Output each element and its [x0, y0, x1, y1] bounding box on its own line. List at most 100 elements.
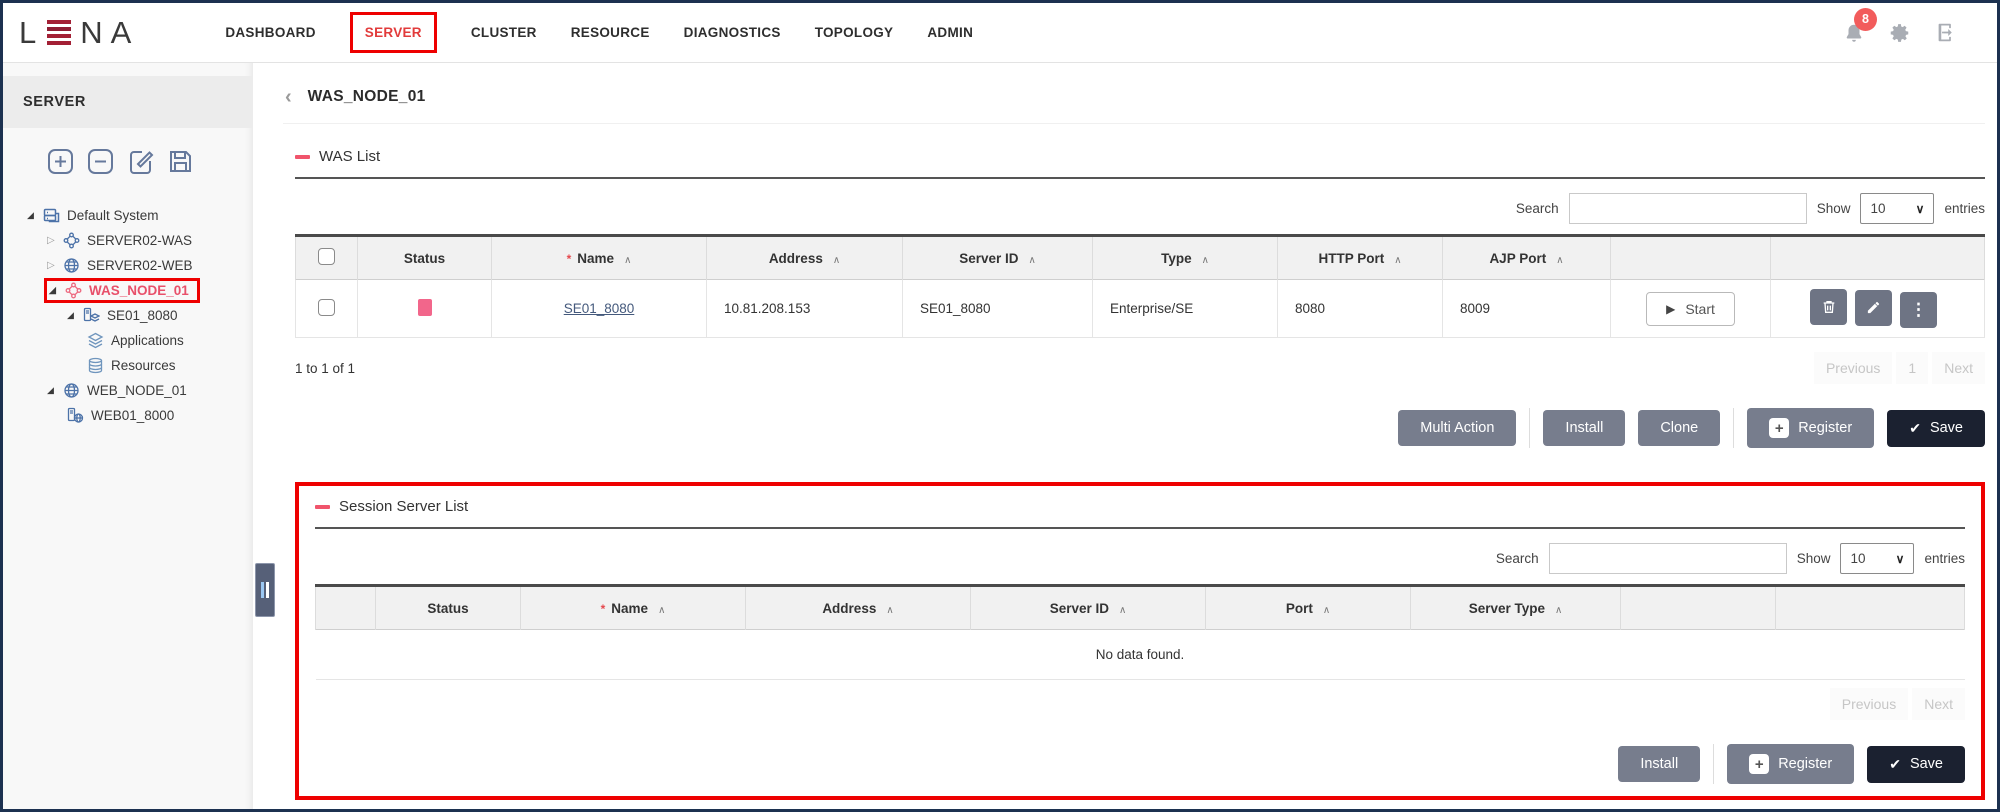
logo-letter: L [19, 15, 38, 51]
previous-button[interactable]: Previous [1830, 688, 1908, 720]
was-actions-row: Multi Action Install Clone + Register ✔ … [295, 408, 1985, 448]
delete-button[interactable] [1810, 289, 1847, 325]
sort-caret-icon: ∧ [658, 605, 665, 616]
col-port[interactable]: Port∧ [1206, 586, 1411, 630]
tree-collapsed-icon[interactable]: ▷ [47, 235, 63, 246]
save-button[interactable]: ✔ Save [1887, 410, 1985, 447]
next-button[interactable]: Next [1912, 688, 1965, 720]
button-separator [1733, 408, 1734, 448]
col-actions-2 [1771, 236, 1985, 280]
tree-item-se01-8080[interactable]: ◢ SE01_8080 [3, 303, 247, 328]
section-divider [315, 527, 1965, 529]
tree-item-web01-8000[interactable]: WEB01_8000 [3, 403, 247, 428]
tree-item-applications[interactable]: Applications [3, 328, 247, 353]
chevron-down-icon: ∨ [1896, 552, 1905, 566]
sidebar: SERVER ◢ [3, 63, 253, 811]
search-label: Search [1516, 201, 1559, 216]
col-address[interactable]: Address∧ [707, 236, 903, 280]
clone-button[interactable]: Clone [1638, 410, 1720, 446]
tree-save-icon[interactable] [167, 148, 194, 175]
tree-add-icon[interactable] [47, 148, 74, 175]
session-search-row: Search Show 10 ∨ entries [315, 543, 1965, 574]
session-list-title: Session Server List [315, 498, 1965, 515]
section-dash-icon [315, 505, 330, 509]
previous-button[interactable]: Previous [1814, 352, 1892, 384]
tree-item-server02-was[interactable]: ▷ SERVER02-WAS [3, 228, 247, 253]
session-table: Status *Name∧ Address∧ Server ID∧ Port∧ … [315, 584, 1965, 680]
sort-caret-icon: ∧ [1202, 255, 1209, 266]
tree-collapsed-icon[interactable]: ▷ [47, 260, 63, 271]
check-icon: ✔ [1889, 756, 1901, 773]
logo-e-bars-icon [47, 20, 71, 45]
server-name-link[interactable]: SE01_8080 [564, 301, 635, 316]
install-button[interactable]: Install [1543, 410, 1625, 446]
logo-letter: N [80, 15, 104, 51]
nav-item-resource[interactable]: RESOURCE [571, 15, 650, 50]
nav-item-cluster[interactable]: CLUSTER [471, 15, 537, 50]
was-row-summary: 1 to 1 of 1 [295, 361, 355, 376]
col-name[interactable]: *Name∧ [521, 586, 746, 630]
col-http-port[interactable]: HTTP Port∧ [1278, 236, 1443, 280]
col-server-type[interactable]: Server Type∧ [1411, 586, 1621, 630]
chevron-left-icon[interactable]: ‹ [285, 87, 292, 107]
start-button[interactable]: ▶ Start [1646, 292, 1735, 326]
next-button[interactable]: Next [1932, 352, 1985, 384]
sidebar-toolbar [3, 128, 253, 191]
notifications-bell-icon[interactable]: 8 [1841, 20, 1867, 46]
session-search-input[interactable] [1549, 543, 1787, 574]
header-icons: 8 [1841, 20, 1959, 46]
select-all-checkbox[interactable] [318, 248, 335, 265]
tree-edit-icon[interactable] [127, 148, 154, 175]
col-status: Status [358, 236, 492, 280]
page-1-button[interactable]: 1 [1896, 352, 1928, 384]
tree-expanded-icon[interactable]: ◢ [47, 385, 63, 396]
was-page-size-select[interactable]: 10 ∨ [1860, 193, 1934, 224]
annotation-red-box: ◢ WAS_NODE_01 [44, 278, 200, 303]
tree-item-default-system[interactable]: ◢ Default System [3, 203, 247, 228]
sidebar-collapse-handle[interactable] [255, 563, 275, 617]
was-instance-icon [83, 307, 100, 324]
select-all-header[interactable] [296, 236, 358, 280]
nav-item-server[interactable]: SERVER [350, 12, 437, 53]
row-checkbox[interactable] [318, 299, 335, 316]
col-server-id[interactable]: Server ID∧ [903, 236, 1093, 280]
nav-item-admin[interactable]: ADMIN [927, 15, 973, 50]
col-name[interactable]: *Name∧ [492, 236, 707, 280]
settings-gear-icon[interactable] [1887, 20, 1913, 46]
save-button[interactable]: ✔ Save [1867, 746, 1965, 783]
tree-expanded-icon[interactable]: ◢ [49, 285, 65, 296]
nav-item-diagnostics[interactable]: DIAGNOSTICS [684, 15, 781, 50]
edit-button[interactable] [1855, 290, 1892, 326]
tree-remove-icon[interactable] [87, 148, 114, 175]
tree-item-web-node-01[interactable]: ◢ WEB_NODE_01 [3, 378, 247, 403]
col-ajp-port[interactable]: AJP Port∧ [1443, 236, 1611, 280]
tree-expanded-icon[interactable]: ◢ [27, 210, 43, 221]
sort-caret-icon: ∧ [1119, 605, 1126, 616]
session-actions-row: Install + Register ✔ Save [315, 744, 1965, 784]
col-server-id[interactable]: Server ID∧ [971, 586, 1206, 630]
multi-action-button[interactable]: Multi Action [1398, 410, 1516, 446]
tree-item-label: WEB_NODE_01 [87, 383, 187, 398]
tree-expanded-icon[interactable]: ◢ [67, 310, 83, 321]
lena-logo: L N A [19, 15, 133, 51]
install-button[interactable]: Install [1618, 746, 1700, 782]
sort-caret-icon: ∧ [833, 255, 840, 266]
button-separator [1713, 744, 1714, 784]
session-page-size-select[interactable]: 10 ∨ [1840, 543, 1914, 574]
tree-item-was-node-01[interactable]: ◢ WAS_NODE_01 [3, 278, 247, 303]
col-type[interactable]: Type∧ [1093, 236, 1278, 280]
logout-door-icon[interactable] [1933, 20, 1959, 46]
entries-label: entries [1944, 201, 1985, 216]
applications-icon [87, 332, 104, 349]
tree-item-server02-web[interactable]: ▷ SERVER02-WEB [3, 253, 247, 278]
was-search-input[interactable] [1569, 193, 1807, 224]
more-actions-button[interactable]: ⋮ [1900, 292, 1937, 328]
was-table: Status *Name∧ Address∧ Server ID∧ Type∧ … [295, 234, 1985, 338]
nav-item-dashboard[interactable]: DASHBOARD [225, 15, 315, 50]
col-address[interactable]: Address∧ [746, 586, 971, 630]
nav-item-topology[interactable]: TOPOLOGY [815, 15, 894, 50]
tree-item-label: Default System [67, 208, 159, 223]
register-button[interactable]: + Register [1747, 408, 1874, 448]
register-button[interactable]: + Register [1727, 744, 1854, 784]
tree-item-resources[interactable]: Resources [3, 353, 247, 378]
